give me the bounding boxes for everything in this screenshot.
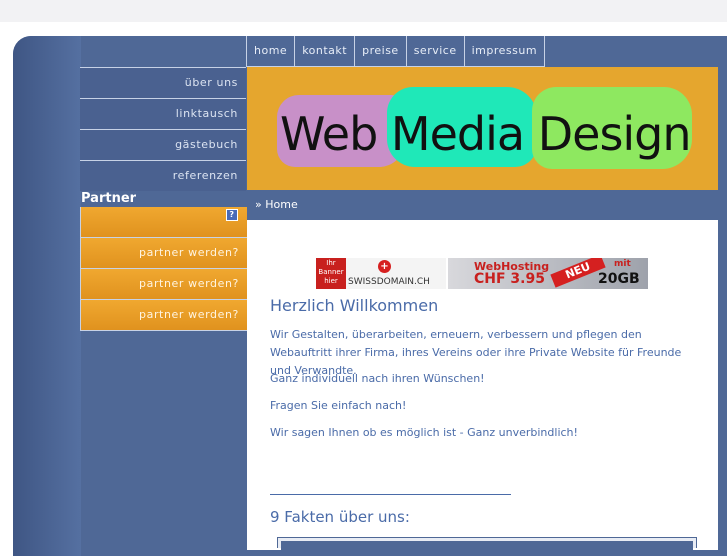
- swiss-cross-icon: +: [378, 260, 391, 273]
- sidebar-item-linktausch[interactable]: linktausch: [80, 98, 246, 129]
- facts-heading: 9 Fakten über uns:: [270, 508, 410, 526]
- swissdomain-text: SWISSDOMAIN.CH: [348, 277, 430, 287]
- swissdomain-banner[interactable]: Ihr Banner hier + SWISSDOMAIN.CH: [316, 258, 446, 289]
- webhosting-price: CHF 3.95: [474, 271, 545, 287]
- nav-kontakt[interactable]: kontakt: [294, 36, 355, 67]
- paragraph-individual: Ganz individuell nach ihren Wünschen!: [270, 372, 485, 385]
- breadcrumb: » Home: [247, 190, 718, 220]
- question-icon[interactable]: ?: [226, 209, 238, 221]
- nav-impressum[interactable]: impressum: [463, 36, 546, 67]
- logo-text: Web Media Design: [280, 107, 692, 161]
- top-nav: home kontakt preise service impressum: [246, 36, 546, 67]
- frame-shade: [13, 36, 81, 556]
- welcome-heading: Herzlich Willkommen: [270, 296, 439, 315]
- sidebar-item-gaestebuch[interactable]: gästebuch: [80, 129, 246, 160]
- side-nav: über uns linktausch gästebuch referenzen: [80, 67, 246, 191]
- partner-list: ? partner werden? partner werden? partne…: [80, 207, 247, 331]
- webhosting-banner[interactable]: WebHosting CHF 3.95 NEU mit 20GB: [448, 258, 648, 289]
- partner-link-3[interactable]: partner werden?: [81, 300, 247, 331]
- logo-word-design: Design: [537, 107, 692, 161]
- logo-word-web: Web: [280, 107, 378, 161]
- site-header-logo: Web Media Design: [247, 67, 718, 190]
- logo-word-media: Media: [390, 107, 525, 161]
- nav-home[interactable]: home: [246, 36, 295, 67]
- storage-label: 20GB: [598, 271, 640, 287]
- nav-service[interactable]: service: [405, 36, 464, 67]
- nav-preise[interactable]: preise: [354, 36, 406, 67]
- sidebar-item-referenzen[interactable]: referenzen: [80, 160, 246, 191]
- breadcrumb-home[interactable]: » Home: [247, 198, 298, 211]
- banner-ad-slot[interactable]: Ihr Banner hier: [316, 258, 346, 289]
- divider: [270, 494, 511, 495]
- partner-slot-help[interactable]: ?: [81, 207, 247, 238]
- paragraph-ask: Fragen Sie einfach nach!: [270, 399, 407, 412]
- paragraph-noncommittal: Wir sagen Ihnen ob es möglich ist - Ganz…: [270, 426, 578, 439]
- sidebar-item-ueber-uns[interactable]: über uns: [80, 67, 246, 98]
- facts-box-header: [281, 541, 693, 551]
- partner-link-1[interactable]: partner werden?: [81, 238, 247, 269]
- top-strip: [0, 0, 727, 22]
- swissdomain-logo[interactable]: + SWISSDOMAIN.CH: [346, 258, 446, 289]
- facts-box: [277, 537, 697, 551]
- partner-link-2[interactable]: partner werden?: [81, 269, 247, 300]
- mit-label: mit: [614, 259, 631, 269]
- partner-heading: Partner: [81, 191, 137, 206]
